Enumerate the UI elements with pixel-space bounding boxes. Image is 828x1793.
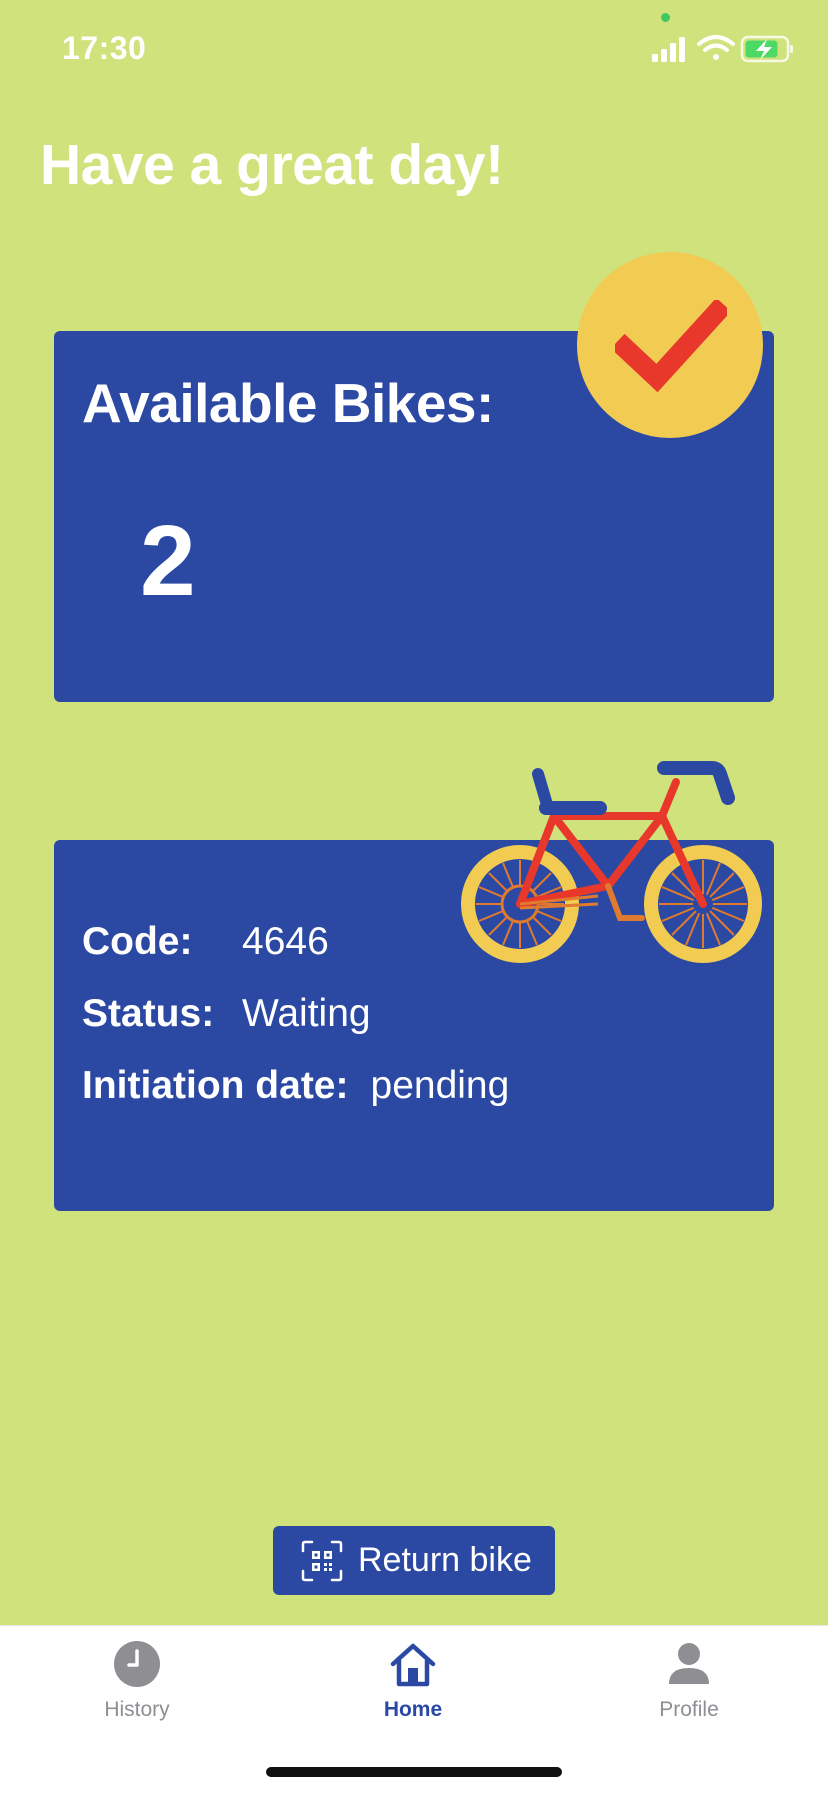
tab-home[interactable]: Home — [313, 1626, 513, 1736]
available-bikes-title: Available Bikes: — [82, 372, 494, 434]
status-time: 17:30 — [62, 30, 147, 66]
status-bar: 17:30 — [0, 0, 828, 96]
initiation-date-value: pending — [370, 1064, 510, 1107]
tab-history-label: History — [104, 1698, 170, 1721]
wifi-icon — [697, 35, 735, 60]
greeting-title: Have a great day! — [40, 133, 504, 197]
qr-code-scan-icon — [301, 1540, 343, 1582]
code-label: Code: — [82, 920, 193, 963]
initiation-date-row: Initiation date: pending — [82, 1064, 509, 1108]
return-bike-button[interactable]: Return bike — [273, 1526, 555, 1595]
battery-charging-icon — [740, 35, 793, 63]
tab-history[interactable]: History — [37, 1626, 237, 1736]
tab-profile[interactable]: Profile — [589, 1626, 789, 1736]
return-bike-label: Return bike — [358, 1541, 532, 1579]
status-value: Waiting — [242, 992, 371, 1035]
person-icon — [669, 1643, 709, 1684]
available-bikes-count: 2 — [140, 505, 196, 617]
tab-profile-label: Profile — [659, 1698, 719, 1721]
status-row: Status: Waiting — [82, 992, 371, 1036]
checkmark-icon — [615, 300, 727, 392]
camera-indicator-dot — [661, 13, 670, 22]
availability-badge — [577, 252, 763, 438]
status-label: Status: — [82, 992, 215, 1035]
code-value: 4646 — [242, 920, 329, 963]
bicycle-icon — [461, 761, 762, 963]
home-icon — [390, 1643, 436, 1687]
tab-home-label: Home — [383, 1698, 443, 1721]
status-icons — [652, 35, 793, 63]
clock-icon — [114, 1641, 160, 1687]
signal-icon — [652, 37, 685, 62]
initiation-date-label: Initiation date: — [82, 1064, 349, 1107]
home-indicator[interactable] — [266, 1767, 562, 1777]
code-row: Code: 4646 — [82, 920, 329, 964]
